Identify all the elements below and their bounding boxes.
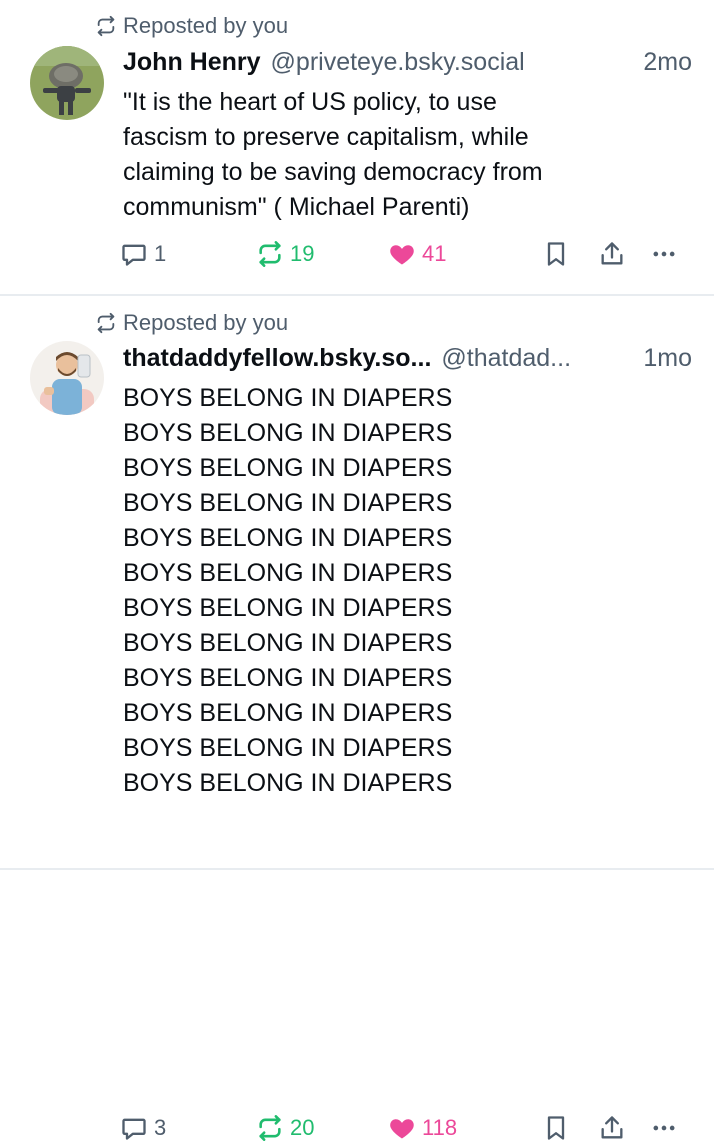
post-text-line: BOYS BELONG IN DIAPERS	[123, 769, 453, 797]
repost-indicator: Reposted by you	[95, 13, 288, 39]
author-handle[interactable]: @thatdad...	[441, 344, 571, 373]
share-icon	[601, 242, 623, 265]
repost-icon	[259, 1115, 281, 1141]
like-count: 41	[422, 241, 447, 266]
bookmark-button[interactable]	[542, 1114, 570, 1142]
post-text-line: BOYS BELONG IN DIAPERS	[123, 734, 453, 762]
more-icon	[653, 251, 675, 257]
more-icon	[653, 1125, 675, 1131]
repost-label: Reposted by you	[123, 310, 289, 335]
reply-icon	[122, 244, 146, 266]
post-time[interactable]: 2mo	[643, 48, 692, 77]
repost-icon	[97, 312, 115, 334]
post-text-line: BOYS BELONG IN DIAPERS	[123, 699, 453, 727]
feed-post[interactable]: Reposted by you thatdaddyfellow.bsky.so.…	[0, 296, 714, 1141]
post-header: John Henry @priveteye.bsky.social 2mo	[123, 48, 692, 77]
post-text-line: claiming to be saving democracy from	[123, 158, 543, 186]
post-text-line: communism" ( Michael Parenti)	[123, 193, 470, 221]
post-actions: 1 19 41	[120, 240, 684, 270]
reply-button[interactable]: 3	[120, 1114, 166, 1142]
post-text-line: BOYS BELONG IN DIAPERS	[123, 559, 453, 587]
post-text-line: BOYS BELONG IN DIAPERS	[123, 454, 453, 482]
repost-indicator: Reposted by you	[95, 310, 288, 336]
avatar[interactable]	[30, 46, 104, 120]
like-button[interactable]: 41	[388, 240, 446, 268]
repost-count: 20	[290, 1115, 315, 1140]
post-text-line: BOYS BELONG IN DIAPERS	[123, 384, 453, 412]
reply-button[interactable]: 1	[120, 240, 166, 268]
post-header: thatdaddyfellow.bsky.so... @thatdad... 1…	[123, 344, 692, 373]
bookmark-icon	[547, 242, 565, 266]
post-text-line: "It is the heart of US policy, to use	[123, 88, 497, 116]
more-options-button[interactable]	[650, 1114, 678, 1142]
post-divider	[0, 868, 714, 870]
avatar[interactable]	[30, 341, 104, 415]
bookmark-icon	[547, 1116, 565, 1140]
repost-button[interactable]: 19	[256, 240, 314, 268]
post-text-line: BOYS BELONG IN DIAPERS	[123, 664, 453, 692]
post-text-line: fascism to preserve capitalism, while	[123, 123, 529, 151]
post-time[interactable]: 1mo	[643, 344, 692, 373]
share-icon	[601, 1116, 623, 1139]
post-text: BOYS BELONG IN DIAPERS BOYS BELONG IN DI…	[123, 381, 683, 801]
share-button[interactable]	[598, 1114, 626, 1142]
like-heart-icon	[390, 1119, 414, 1139]
post-text: "It is the heart of US policy, to use fa…	[123, 85, 643, 225]
post-actions: 3 20 118	[120, 1114, 684, 1144]
repost-label: Reposted by you	[123, 13, 289, 38]
author-name[interactable]: thatdaddyfellow.bsky.so...	[123, 344, 431, 373]
repost-icon	[259, 241, 281, 267]
more-options-button[interactable]	[650, 240, 678, 268]
post-text-line: BOYS BELONG IN DIAPERS	[123, 629, 453, 657]
repost-button[interactable]: 20	[256, 1114, 314, 1142]
share-button[interactable]	[598, 240, 626, 268]
post-text-line: BOYS BELONG IN DIAPERS	[123, 419, 453, 447]
like-count: 118	[422, 1115, 458, 1140]
post-text-line: BOYS BELONG IN DIAPERS	[123, 489, 453, 517]
post-text-line: BOYS BELONG IN DIAPERS	[123, 524, 453, 552]
post-text-line: BOYS BELONG IN DIAPERS	[123, 594, 453, 622]
feed-post[interactable]: Reposted by you John Henry @priveteye.bs…	[0, 0, 714, 294]
bookmark-button[interactable]	[542, 240, 570, 268]
author-name[interactable]: John Henry	[123, 48, 261, 77]
repost-icon	[97, 15, 115, 37]
author-handle[interactable]: @priveteye.bsky.social	[271, 48, 525, 77]
reply-count: 3	[154, 1115, 167, 1140]
repost-count: 19	[290, 241, 315, 266]
like-button[interactable]: 118	[388, 1114, 457, 1142]
like-heart-icon	[390, 245, 414, 265]
reply-count: 1	[154, 241, 167, 266]
reply-icon	[122, 1118, 146, 1140]
